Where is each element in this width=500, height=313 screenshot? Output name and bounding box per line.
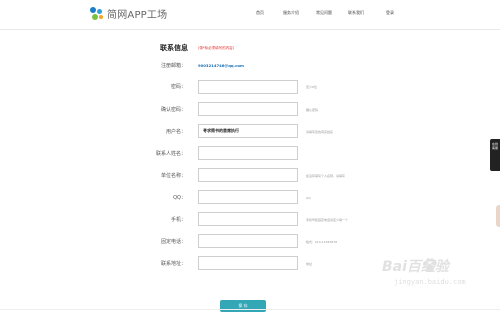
nav-login[interactable]: 登录: [386, 10, 394, 16]
online-service-label: 在线客服: [492, 142, 499, 150]
qq-field[interactable]: [198, 190, 298, 204]
nav-services[interactable]: 服务介绍: [283, 10, 299, 16]
confirm-password-hint: 确认密码: [306, 108, 319, 112]
company-hint: 如没有填写个人名称，请填写: [306, 174, 346, 178]
contact-name-label: 联系人姓名：: [155, 151, 186, 157]
nav-contact[interactable]: 联系我们: [348, 10, 364, 16]
landline-hint: 格式：010-12345678: [306, 240, 338, 244]
landline-field[interactable]: [198, 234, 298, 248]
company-field[interactable]: [198, 168, 298, 182]
required-note: (带*标必须填写的内容): [198, 46, 234, 50]
mobile-label: 手机：: [170, 217, 186, 223]
nav-home[interactable]: 首页: [256, 10, 264, 16]
paw-icon: [423, 258, 437, 272]
mobile-hint: 手机号和固定电话请至少填一个: [306, 218, 349, 222]
email-label: 注册邮箱：: [160, 63, 186, 69]
baidu-jingyan-watermark: Bai百经验 jingyan.baidu.com: [382, 256, 492, 300]
address-label: 联系地址：: [160, 261, 186, 267]
confirm-password-field[interactable]: [198, 102, 298, 116]
watermark-logo-text: Bai百经验: [382, 259, 449, 275]
company-label: 单位名称：: [160, 173, 186, 179]
watermark-url: jingyan.baidu.com: [394, 278, 466, 286]
password-hint: 至少6位: [306, 85, 317, 89]
page: 简网APP工场 首页 服务介绍 常见问题 联系我们 登录 联系信息 (带*标必须…: [0, 0, 500, 313]
username-label: 用户名：: [165, 129, 186, 135]
password-field[interactable]: [198, 80, 298, 94]
address-field[interactable]: [198, 256, 298, 270]
username-hint: 请填写您的真实姓名: [306, 130, 334, 134]
site-header: 简网APP工场 首页 服务介绍 常见问题 联系我们 登录: [0, 0, 500, 30]
address-hint: 地址: [306, 262, 313, 266]
nav-faq[interactable]: 常见问题: [316, 10, 332, 16]
main-nav: 首页 服务介绍 常见问题 联系我们 登录: [0, 10, 500, 20]
confirm-password-label: 确认密码：: [160, 107, 186, 113]
online-service-tab[interactable]: 在线客服: [490, 139, 500, 171]
landline-label: 固定电话：: [160, 239, 186, 245]
footer-divider: [0, 309, 500, 310]
save-button[interactable]: 保 存: [220, 300, 266, 312]
username-field[interactable]: [198, 124, 298, 138]
contact-name-field[interactable]: [198, 146, 298, 160]
email-value: 9003214746@qq.com: [198, 63, 244, 68]
qq-hint: QQ: [306, 196, 311, 200]
qq-label: QQ：: [173, 195, 186, 201]
mobile-field[interactable]: [198, 212, 298, 226]
password-label: 密码：: [170, 84, 186, 90]
side-widget-edge[interactable]: [496, 205, 500, 227]
form-title: 联系信息: [160, 44, 188, 52]
